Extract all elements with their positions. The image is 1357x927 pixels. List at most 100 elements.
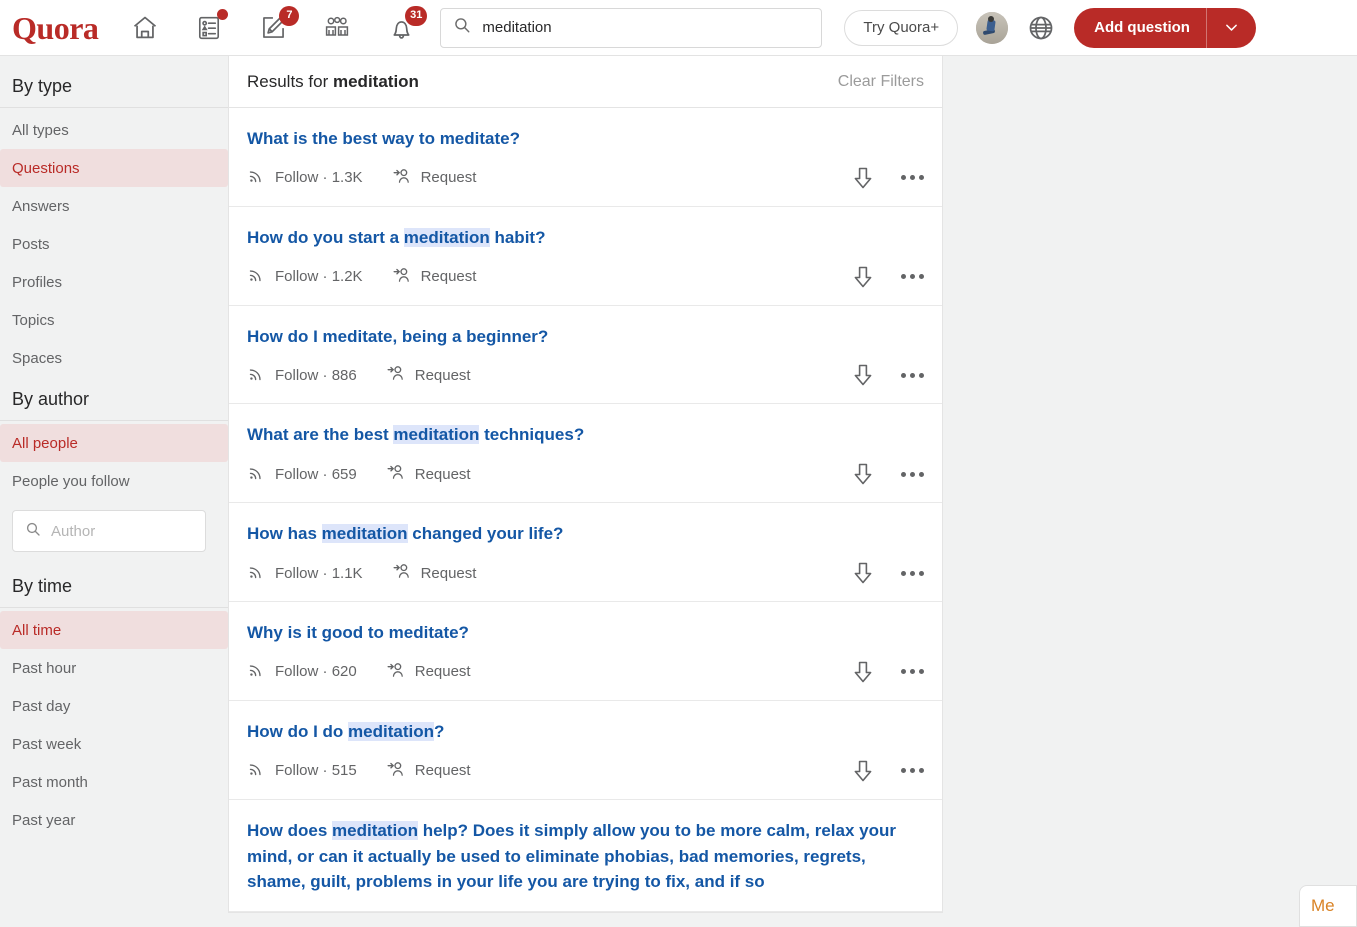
result-question-link[interactable]: How has meditation changed your life? [247,521,924,547]
search-result-row: What is the best way to meditate? Follow … [229,108,942,207]
author-input[interactable] [51,522,250,540]
sidebar-item-past-week[interactable]: Past week [0,725,228,763]
sidebar-item-topics[interactable]: Topics [0,301,228,339]
chevron-down-icon[interactable] [1207,19,1256,36]
sidebar-item-people-you-follow[interactable]: People you follow [0,462,228,500]
sidebar-item-past-hour[interactable]: Past hour [0,649,228,687]
search-bar[interactable] [440,7,823,48]
follow-label: Follow · 515 [275,762,357,780]
result-question-link[interactable]: How do I do meditation? [247,719,924,745]
follow-button[interactable]: Follow · 1.2K [247,265,363,288]
sidebar-item-questions[interactable]: Questions [0,149,228,187]
sidebar-item-all-people[interactable]: All people [0,424,228,462]
search-result-row: How has meditation changed your life? Fol… [229,503,942,603]
results-title-prefix: Results for [247,71,333,91]
question-text: What are the best [247,425,394,445]
request-answer-button[interactable]: Request [391,265,476,289]
avatar[interactable] [976,11,1009,44]
answer-pencil-icon[interactable]: 7 [256,5,300,45]
follow-button[interactable]: Follow · 1.1K [247,562,363,585]
downvote-icon[interactable] [851,758,875,784]
downvote-icon[interactable] [851,165,875,191]
follow-button[interactable]: Follow · 1.3K [247,166,363,189]
request-label: Request [414,663,471,681]
follow-button[interactable]: Follow · 659 [247,463,357,486]
sidebar-item-label: All time [12,621,62,639]
search-input[interactable] [482,19,810,36]
result-row-right-actions [851,264,924,290]
downvote-icon[interactable] [851,362,875,388]
follow-label: Follow · 659 [275,465,357,483]
request-answer-button[interactable]: Request [385,462,471,486]
follow-button[interactable]: Follow · 886 [247,364,357,387]
clear-filters-button[interactable]: Clear Filters [838,73,924,91]
sidebar-item-posts[interactable]: Posts [0,225,228,263]
person-add-icon [385,462,406,486]
result-question-link[interactable]: How do I meditate, being a beginner? [247,324,924,350]
sidebar-item-label: Past hour [12,659,77,677]
feed-icon[interactable] [192,8,229,45]
sidebar-item-all-types[interactable]: All types [0,111,228,149]
result-question-link[interactable]: Why is it good to meditate? [247,620,924,646]
search-result-row: Why is it good to meditate? Follow · 620 R… [229,602,942,701]
person-add-icon [391,166,412,190]
home-icon[interactable] [128,11,162,45]
downvote-icon[interactable] [851,560,875,586]
follow-text: Follow [275,465,319,483]
sidebar-item-all-time[interactable]: All time [0,611,228,649]
downvote-icon[interactable] [851,264,875,290]
follow-count: 515 [331,762,357,780]
quora-logo[interactable]: Quora [12,12,99,44]
more-options-icon[interactable] [901,274,924,280]
downvote-icon[interactable] [851,659,875,685]
more-options-icon[interactable] [901,175,924,181]
more-options-icon[interactable] [901,372,924,378]
result-question-link[interactable]: How does meditation help? Does it simply… [247,818,924,895]
sidebar-item-spaces[interactable]: Spaces [0,339,228,377]
result-question-link[interactable]: What are the best meditation techniques? [247,422,924,448]
sidebar-item-label: Topics [12,311,55,329]
follow-text: Follow [275,366,319,384]
follow-label: Follow · 1.3K [275,169,363,187]
sidebar-item-answers[interactable]: Answers [0,187,228,225]
sidebar-item-past-day[interactable]: Past day [0,687,228,725]
result-question-link[interactable]: How do you start a meditation habit? [247,225,924,251]
question-text: How do you start a [247,227,404,247]
sidebar-item-past-year[interactable]: Past year [0,801,228,839]
more-options-icon[interactable] [901,768,924,774]
messages-widget[interactable]: Me [1299,885,1357,927]
author-filter-box[interactable] [12,510,250,552]
request-answer-button[interactable]: Request [385,759,471,783]
request-answer-button[interactable]: Request [391,561,477,585]
request-label: Request [420,564,477,582]
search-result-row: How does meditation help? Does it simply… [229,800,942,913]
rss-follow-icon [247,364,266,387]
notifications-bell-icon[interactable]: 31 [384,5,428,45]
language-globe-icon[interactable] [1026,13,1056,43]
request-answer-button[interactable]: Request [385,363,471,387]
request-answer-button[interactable]: Request [391,166,476,190]
downvote-icon[interactable] [851,461,875,487]
result-actions: Follow · 659 Request [247,462,924,486]
add-question-button[interactable]: Add question [1074,7,1256,48]
results-header: Results for meditation Clear Filters [229,56,942,108]
follow-count: 886 [331,366,357,384]
top-navigation-bar: Quora 7 31 meditation Try Quora+ Add que… [0,0,1357,56]
try-quora-plus-button[interactable]: Try Quora+ [844,9,959,46]
person-add-icon [385,363,406,387]
rss-follow-icon [247,265,266,288]
spaces-icon[interactable] [320,11,354,45]
answer-badge: 7 [279,5,300,26]
more-options-icon[interactable] [901,669,924,675]
follow-label: Follow · 1.2K [275,268,363,286]
follow-button[interactable]: Follow · 515 [247,759,357,782]
result-actions: Follow · 620 Request [247,660,924,684]
result-question-link[interactable]: What is the best way to meditate? [247,126,924,152]
follow-button[interactable]: Follow · 620 [247,660,357,683]
follow-count: 1.1K [331,564,363,582]
request-answer-button[interactable]: Request [385,660,471,684]
sidebar-item-profiles[interactable]: Profiles [0,263,228,301]
more-options-icon[interactable] [901,570,924,576]
more-options-icon[interactable] [901,471,924,477]
sidebar-item-past-month[interactable]: Past month [0,763,228,801]
